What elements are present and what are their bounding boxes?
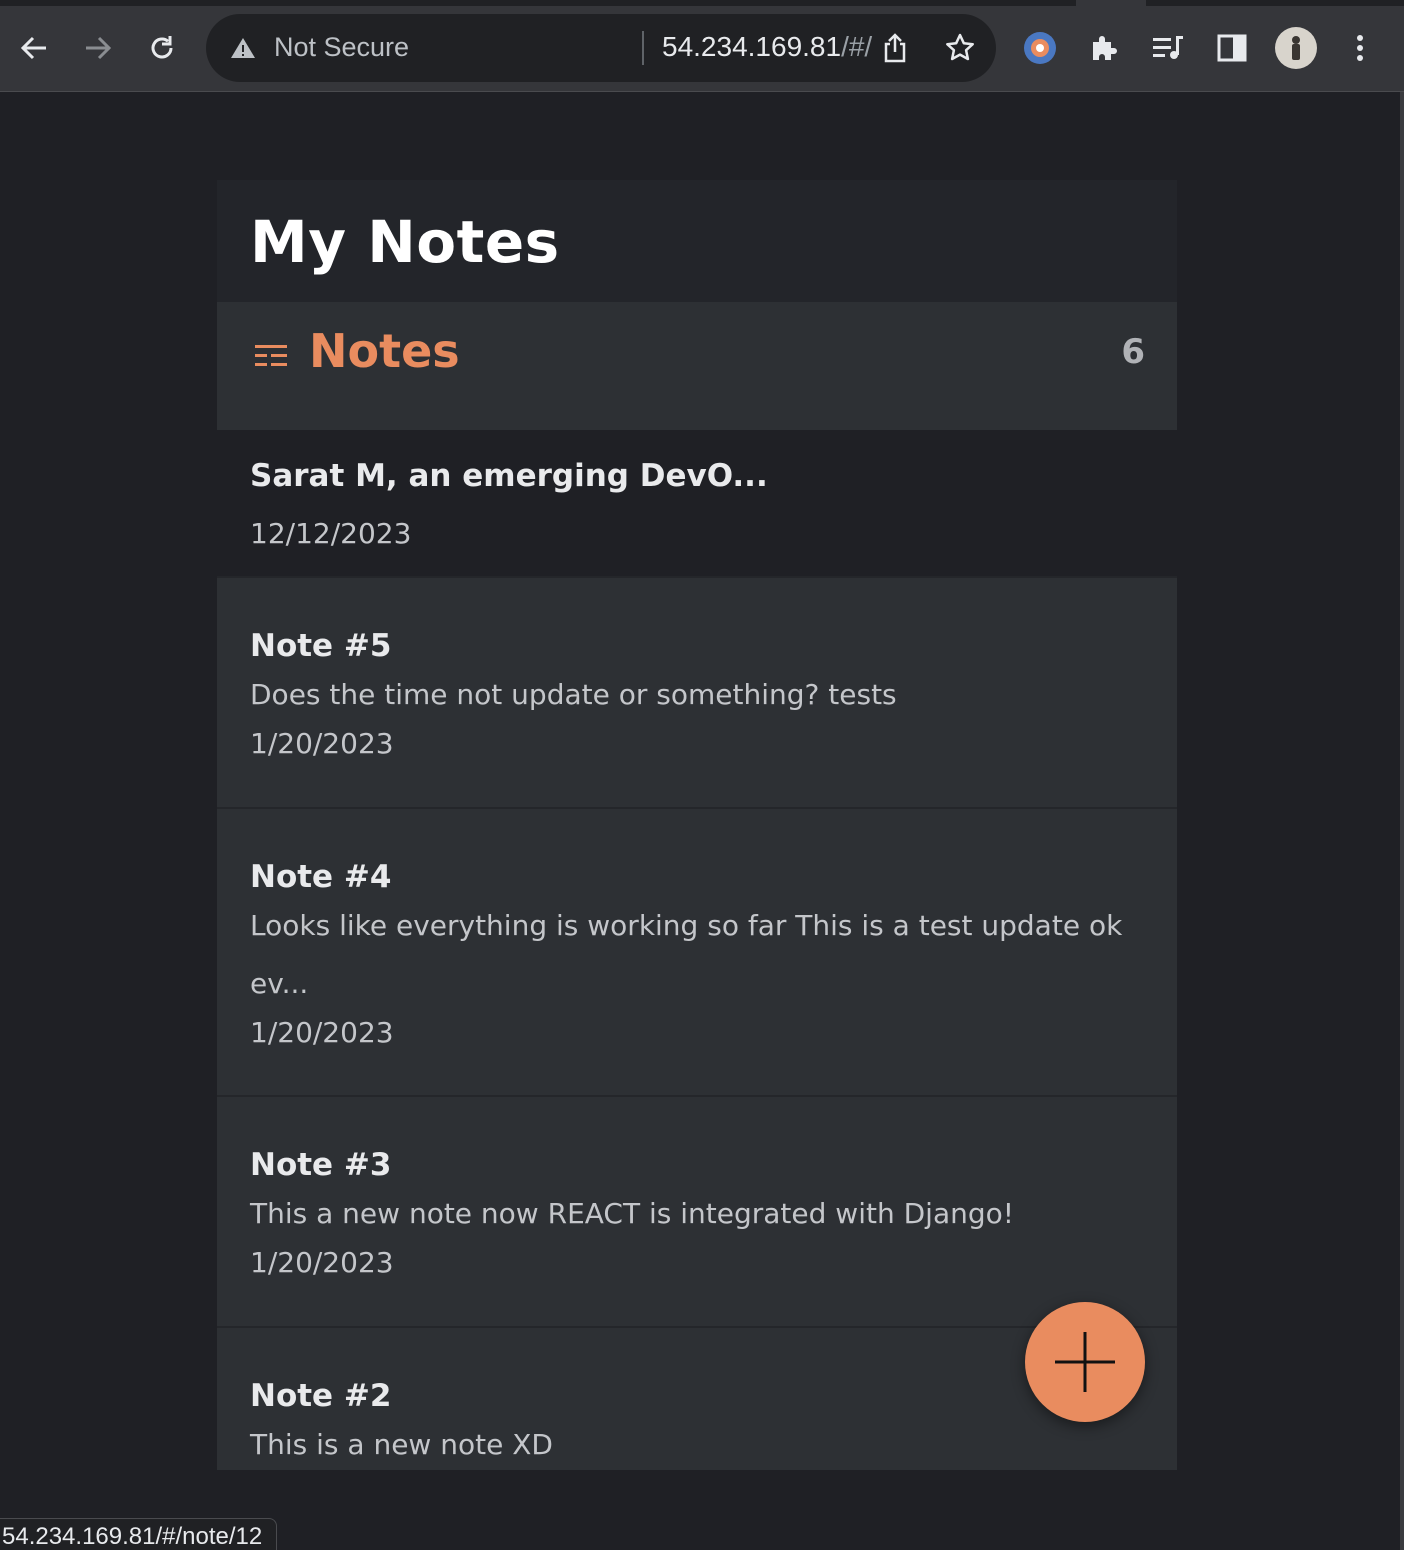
kebab-menu-icon <box>1357 35 1363 61</box>
plus-icon <box>1055 1332 1115 1392</box>
note-title: Note #2 <box>250 1378 392 1414</box>
add-note-button[interactable] <box>1025 1302 1145 1422</box>
forward-button[interactable] <box>76 24 120 72</box>
notes-count-badge: 6 <box>1121 332 1145 372</box>
media-control-icon <box>1153 36 1183 59</box>
reload-icon <box>151 36 173 59</box>
side-panel-icon <box>1217 34 1247 62</box>
divider <box>642 31 644 65</box>
list-item[interactable]: Sarat M, an emerging DevO... 12/12/2023 <box>217 430 1177 578</box>
reload-button[interactable] <box>140 24 184 72</box>
extensions-button[interactable] <box>1082 24 1126 72</box>
url-path: /#/ <box>841 31 873 62</box>
star-icon[interactable] <box>944 32 976 64</box>
share-icon[interactable] <box>880 32 910 64</box>
list-icon <box>255 345 287 366</box>
note-date: 1/20/2023 <box>250 1246 394 1279</box>
page-title: My Notes <box>250 208 560 276</box>
list-item[interactable]: Note #4 Looks like everything is working… <box>217 809 1177 1097</box>
note-title: Note #5 <box>250 628 392 664</box>
warning-icon <box>231 38 255 58</box>
media-control-button[interactable] <box>1146 24 1190 72</box>
side-panel-button[interactable] <box>1210 24 1254 72</box>
list-item[interactable]: Note #3 This a new note now REACT is int… <box>217 1097 1177 1328</box>
note-preview: This is a new note XD <box>250 1428 553 1461</box>
puzzle-icon <box>1093 36 1117 60</box>
note-date: 12/12/2023 <box>250 517 412 550</box>
arrow-left-icon <box>20 36 46 60</box>
app-header: My Notes <box>217 180 1177 302</box>
notes-header: Notes 6 <box>217 302 1177 430</box>
browser-toolbar: Not Secure 54.234.169.81/#/ <box>0 0 1404 92</box>
url-host: 54.234.169.81 <box>662 31 842 62</box>
profile-button[interactable] <box>1274 24 1318 72</box>
note-date: 1/20/2023 <box>250 727 394 760</box>
window-edge <box>1400 92 1404 1550</box>
tab-strip <box>0 0 1404 6</box>
arrow-right-icon <box>86 36 112 60</box>
link-status-bar: 54.234.169.81/#/note/12 <box>0 1518 278 1550</box>
list-item[interactable]: Note #5 Does the time not update or some… <box>217 578 1177 809</box>
url-text[interactable]: 54.234.169.81/#/ <box>662 31 872 63</box>
back-button[interactable] <box>12 24 56 72</box>
note-preview: This a new note now REACT is integrated … <box>250 1197 1014 1230</box>
note-title: Note #3 <box>250 1147 392 1183</box>
notes-section-title: Notes <box>309 324 460 378</box>
note-preview: Does the time not update or something? t… <box>250 678 897 711</box>
tab-divider <box>1076 0 1146 6</box>
note-title: Note #4 <box>250 859 392 895</box>
note-preview: Looks like everything is working so far … <box>250 909 1123 1000</box>
extension-button[interactable] <box>1018 24 1062 72</box>
note-title: Sarat M, an emerging DevO... <box>250 458 768 494</box>
extension-icon <box>1024 32 1056 64</box>
notes-app: My Notes Notes 6 Sarat M, an emerging De… <box>217 180 1177 1470</box>
address-bar[interactable]: Not Secure 54.234.169.81/#/ <box>206 14 996 82</box>
menu-button[interactable] <box>1338 24 1382 72</box>
note-date: 1/20/2023 <box>250 1016 394 1049</box>
avatar <box>1275 27 1317 69</box>
security-indicator[interactable]: Not Secure <box>274 32 409 63</box>
notes-list: Sarat M, an emerging DevO... 12/12/2023 … <box>217 430 1177 1470</box>
